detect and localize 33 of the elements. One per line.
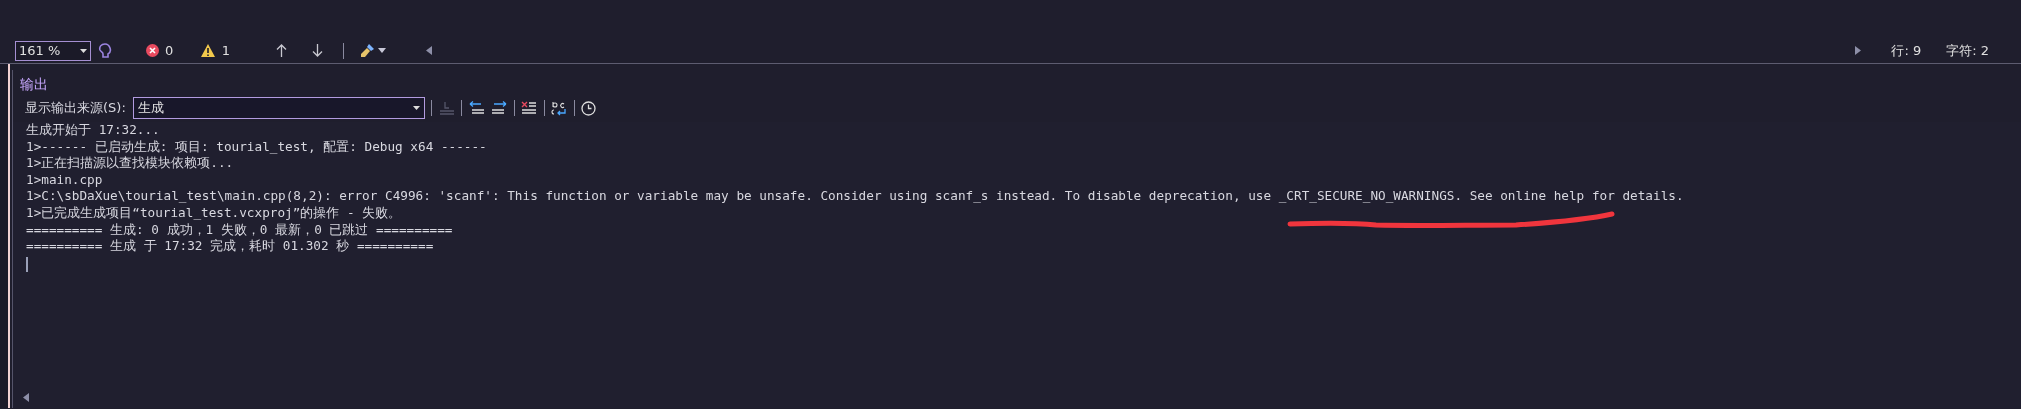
arrow-down-icon[interactable] [312,44,324,57]
output-line: 生成开始于 17:32... [26,122,160,139]
char-indicator: 字符: 2 [1946,41,1989,60]
previous-message-icon[interactable] [468,101,485,115]
caret-icon[interactable] [378,48,387,53]
output-line: 1>C:\sbDaXue\tourial_test\main.cpp(8,2): error C4996: 'scanf': This function or variable may be unsafe. Consider using scanf_s instead. To disable deprecation, use _CRT_SECURE_NO_WARNINGS. See online help for details. [26,188,1684,205]
output-line: 1>正在扫描源以查找模块依赖项... [26,155,234,172]
error-count: 0 [165,41,174,60]
caret-icon[interactable] [80,48,87,53]
scroll-right-icon[interactable] [1855,46,1862,55]
output-line: 1>已完成生成项目“tourial_test.vcxproj”的操作 - 失败。 [26,204,402,222]
arrow-up-icon[interactable] [276,44,288,57]
output-line: ========== 生成 于 17:32 完成，耗时 01.302 秒 ========== [26,238,434,255]
output-line: 1>------ 已启动生成: 项目: tourial_test, 配置: Debug x64 ------ [26,138,487,156]
line-indicator: 行: 9 [1891,41,1922,60]
caret-icon[interactable] [412,106,420,110]
panel-title[interactable]: 输出 [20,76,48,92]
clear-all-icon[interactable] [521,101,538,115]
output-line: ========== 生成: 0 成功，1 失败，0 最新，0 已跳过 ========== [26,221,453,239]
output-line: 1>main.cpp [26,171,103,189]
warning-icon[interactable] [201,44,216,57]
clock-icon[interactable] [581,100,597,116]
source-label: 显示输出来源(S): [25,99,126,118]
word-wrap-icon[interactable] [551,100,568,116]
brush-icon[interactable] [360,43,376,58]
source-dropdown[interactable]: 生成 [132,97,425,119]
warning-count: 1 [221,41,231,60]
scroll-left-icon[interactable] [23,393,29,402]
error-icon[interactable] [145,44,159,57]
text-cursor [26,256,28,272]
next-message-icon[interactable] [491,101,508,115]
scroll-left-icon[interactable] [426,46,433,55]
zoom-dropdown[interactable]: 161 % [15,40,91,61]
